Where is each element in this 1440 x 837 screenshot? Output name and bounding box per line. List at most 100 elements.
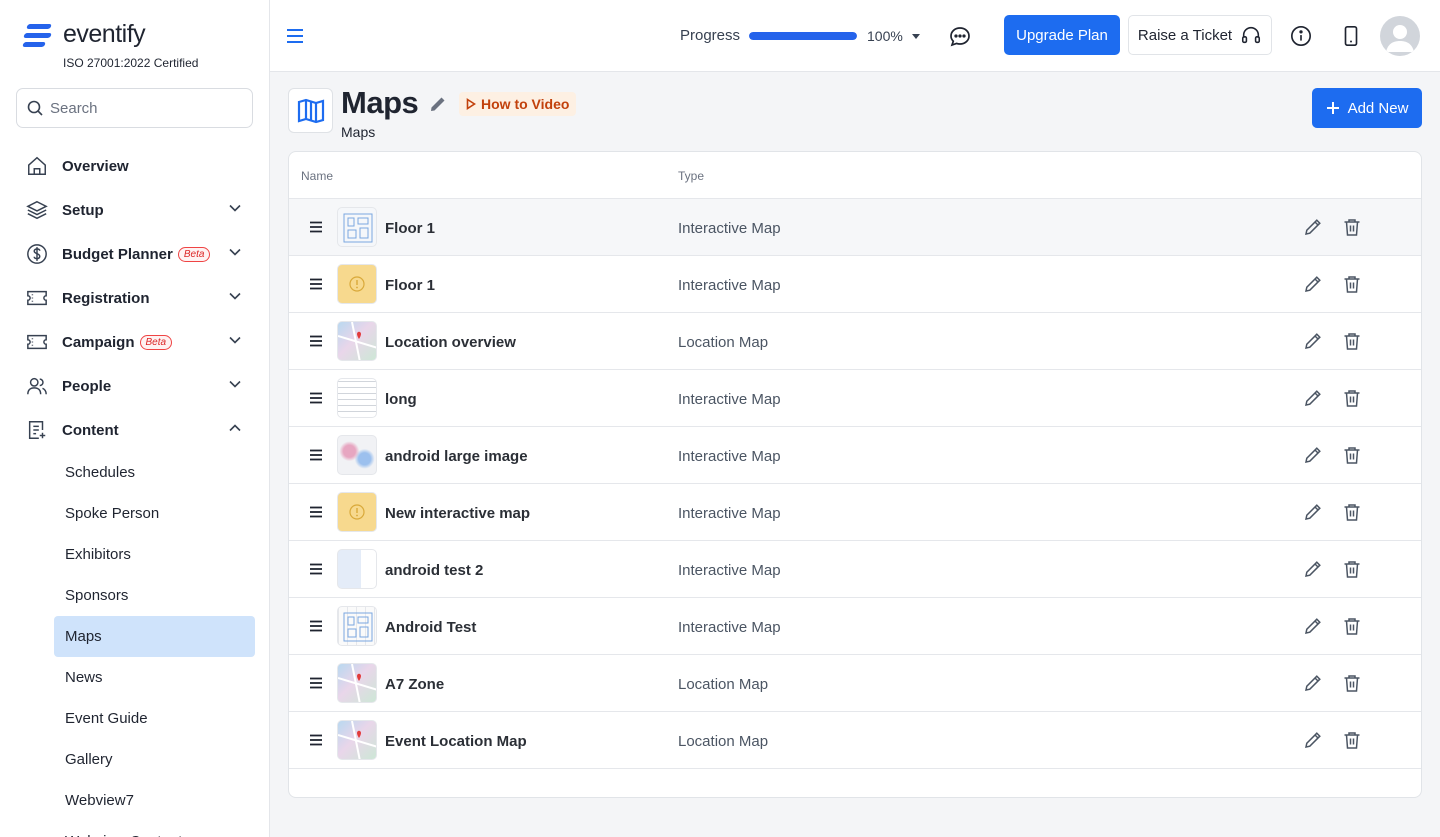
edit-pencil-icon[interactable]: [1303, 217, 1323, 237]
table-row[interactable]: A7 Zone Location Map: [289, 655, 1421, 712]
drag-handle-icon[interactable]: [309, 620, 323, 632]
trash-icon[interactable]: [1342, 445, 1362, 465]
trash-icon[interactable]: [1342, 274, 1362, 294]
sidebar-subitem-event-guide[interactable]: Event Guide: [0, 698, 269, 739]
table-row[interactable]: Event Location Map Location Map: [289, 712, 1421, 769]
layers-icon: [25, 198, 49, 222]
table-row[interactable]: android large image Interactive Map: [289, 427, 1421, 484]
table-row[interactable]: long Interactive Map: [289, 370, 1421, 427]
map-thumbnail[interactable]: [337, 207, 377, 247]
drag-handle-icon[interactable]: [309, 506, 323, 518]
mobile-phone-icon[interactable]: [1341, 25, 1361, 47]
map-name[interactable]: Location overview: [385, 334, 516, 351]
drag-handle-icon[interactable]: [309, 221, 323, 233]
home-icon: [25, 154, 49, 178]
avatar[interactable]: [1380, 16, 1420, 56]
trash-icon[interactable]: [1342, 331, 1362, 351]
map-name[interactable]: Event Location Map: [385, 733, 527, 750]
drag-handle-icon[interactable]: [309, 734, 323, 746]
drag-handle-icon[interactable]: [309, 449, 323, 461]
sidebar-item-content[interactable]: Content: [0, 408, 269, 452]
hamburger-menu-icon[interactable]: [286, 26, 304, 46]
sidebar-item-people[interactable]: People: [0, 364, 269, 408]
sidebar-subitem-schedules[interactable]: Schedules: [0, 452, 269, 493]
map-thumbnail[interactable]: [337, 435, 377, 475]
sidebar-item-setup[interactable]: Setup: [0, 188, 269, 232]
trash-icon[interactable]: [1342, 730, 1362, 750]
sidebar-subitem-news[interactable]: News: [0, 657, 269, 698]
sidebar-item-campaign[interactable]: Campaign Beta: [0, 320, 269, 364]
sidebar-subitem-webview-content[interactable]: Webview Content: [0, 821, 269, 837]
map-thumbnail[interactable]: [337, 549, 377, 589]
pencil-icon[interactable]: [428, 94, 448, 114]
sidebar-subitem-maps[interactable]: Maps: [54, 616, 255, 657]
map-pin-icon: [338, 664, 376, 702]
table-row[interactable]: android test 2 Interactive Map: [289, 541, 1421, 598]
sidebar-item-label: People: [62, 377, 112, 395]
sidebar-subitem-spoke-person[interactable]: Spoke Person: [0, 493, 269, 534]
maps-table: Name Type Floor 1 Interactive Map Floor 1 I…: [288, 151, 1422, 798]
map-name[interactable]: Floor 1: [385, 220, 435, 237]
sidebar-subitem-gallery[interactable]: Gallery: [0, 739, 269, 780]
edit-pencil-icon[interactable]: [1303, 388, 1323, 408]
map-name[interactable]: A7 Zone: [385, 676, 444, 693]
edit-pencil-icon[interactable]: [1303, 616, 1323, 636]
map-thumbnail[interactable]: [337, 378, 377, 418]
sidebar-subitem-exhibitors[interactable]: Exhibitors: [0, 534, 269, 575]
map-thumbnail[interactable]: [337, 321, 377, 361]
sidebar-item-overview[interactable]: Overview: [0, 144, 269, 188]
trash-icon[interactable]: [1342, 502, 1362, 522]
edit-pencil-icon[interactable]: [1303, 559, 1323, 579]
sidebar-subitem-webview7[interactable]: Webview7: [0, 780, 269, 821]
map-thumbnail[interactable]: [337, 606, 377, 646]
sidebar-item-budget-planner[interactable]: Budget Planner Beta: [0, 232, 269, 276]
table-row[interactable]: Android Test Interactive Map: [289, 598, 1421, 655]
map-name[interactable]: android test 2: [385, 562, 483, 579]
trash-icon[interactable]: [1342, 217, 1362, 237]
table-row[interactable]: New interactive map Interactive Map: [289, 484, 1421, 541]
trash-icon[interactable]: [1342, 388, 1362, 408]
upgrade-plan-button[interactable]: Upgrade Plan: [1004, 15, 1120, 55]
topbar: Progress 100% Upgrade Plan Raise a Ticke…: [270, 0, 1440, 72]
edit-pencil-icon[interactable]: [1303, 502, 1323, 522]
info-icon[interactable]: [1290, 25, 1312, 47]
edit-pencil-icon[interactable]: [1303, 673, 1323, 693]
map-thumbnail[interactable]: [337, 264, 377, 304]
chevron-down-icon: [229, 380, 241, 388]
map-name[interactable]: long: [385, 391, 417, 408]
map-name[interactable]: Android Test: [385, 619, 476, 636]
drag-handle-icon[interactable]: [309, 392, 323, 404]
add-new-button[interactable]: Add New: [1312, 88, 1422, 128]
map-thumbnail[interactable]: [337, 720, 377, 760]
raise-ticket-button[interactable]: Raise a Ticket: [1128, 15, 1272, 55]
edit-pencil-icon[interactable]: [1303, 331, 1323, 351]
map-name[interactable]: Floor 1: [385, 277, 435, 294]
map-name[interactable]: android large image: [385, 448, 528, 465]
search-input[interactable]: [50, 99, 240, 117]
brand-logo[interactable]: eventify: [22, 20, 146, 49]
drag-handle-icon[interactable]: [309, 278, 323, 290]
sidebar-subitem-sponsors[interactable]: Sponsors: [0, 575, 269, 616]
column-header-name[interactable]: Name: [301, 169, 333, 183]
table-row[interactable]: Floor 1 Interactive Map: [289, 256, 1421, 313]
trash-icon[interactable]: [1342, 559, 1362, 579]
column-header-type[interactable]: Type: [678, 169, 704, 183]
caret-down-icon[interactable]: [911, 31, 921, 41]
map-type: Interactive Map: [678, 391, 781, 408]
map-thumbnail[interactable]: [337, 492, 377, 532]
map-name[interactable]: New interactive map: [385, 505, 530, 522]
table-row[interactable]: Floor 1 Interactive Map: [289, 199, 1421, 256]
edit-pencil-icon[interactable]: [1303, 274, 1323, 294]
drag-handle-icon[interactable]: [309, 563, 323, 575]
table-row[interactable]: Location overview Location Map: [289, 313, 1421, 370]
edit-pencil-icon[interactable]: [1303, 730, 1323, 750]
trash-icon[interactable]: [1342, 616, 1362, 636]
sidebar-item-registration[interactable]: Registration: [0, 276, 269, 320]
trash-icon[interactable]: [1342, 673, 1362, 693]
how-to-video-link[interactable]: How to Video: [459, 92, 577, 116]
chat-icon[interactable]: [948, 25, 972, 49]
edit-pencil-icon[interactable]: [1303, 445, 1323, 465]
drag-handle-icon[interactable]: [309, 677, 323, 689]
drag-handle-icon[interactable]: [309, 335, 323, 347]
map-thumbnail[interactable]: [337, 663, 377, 703]
